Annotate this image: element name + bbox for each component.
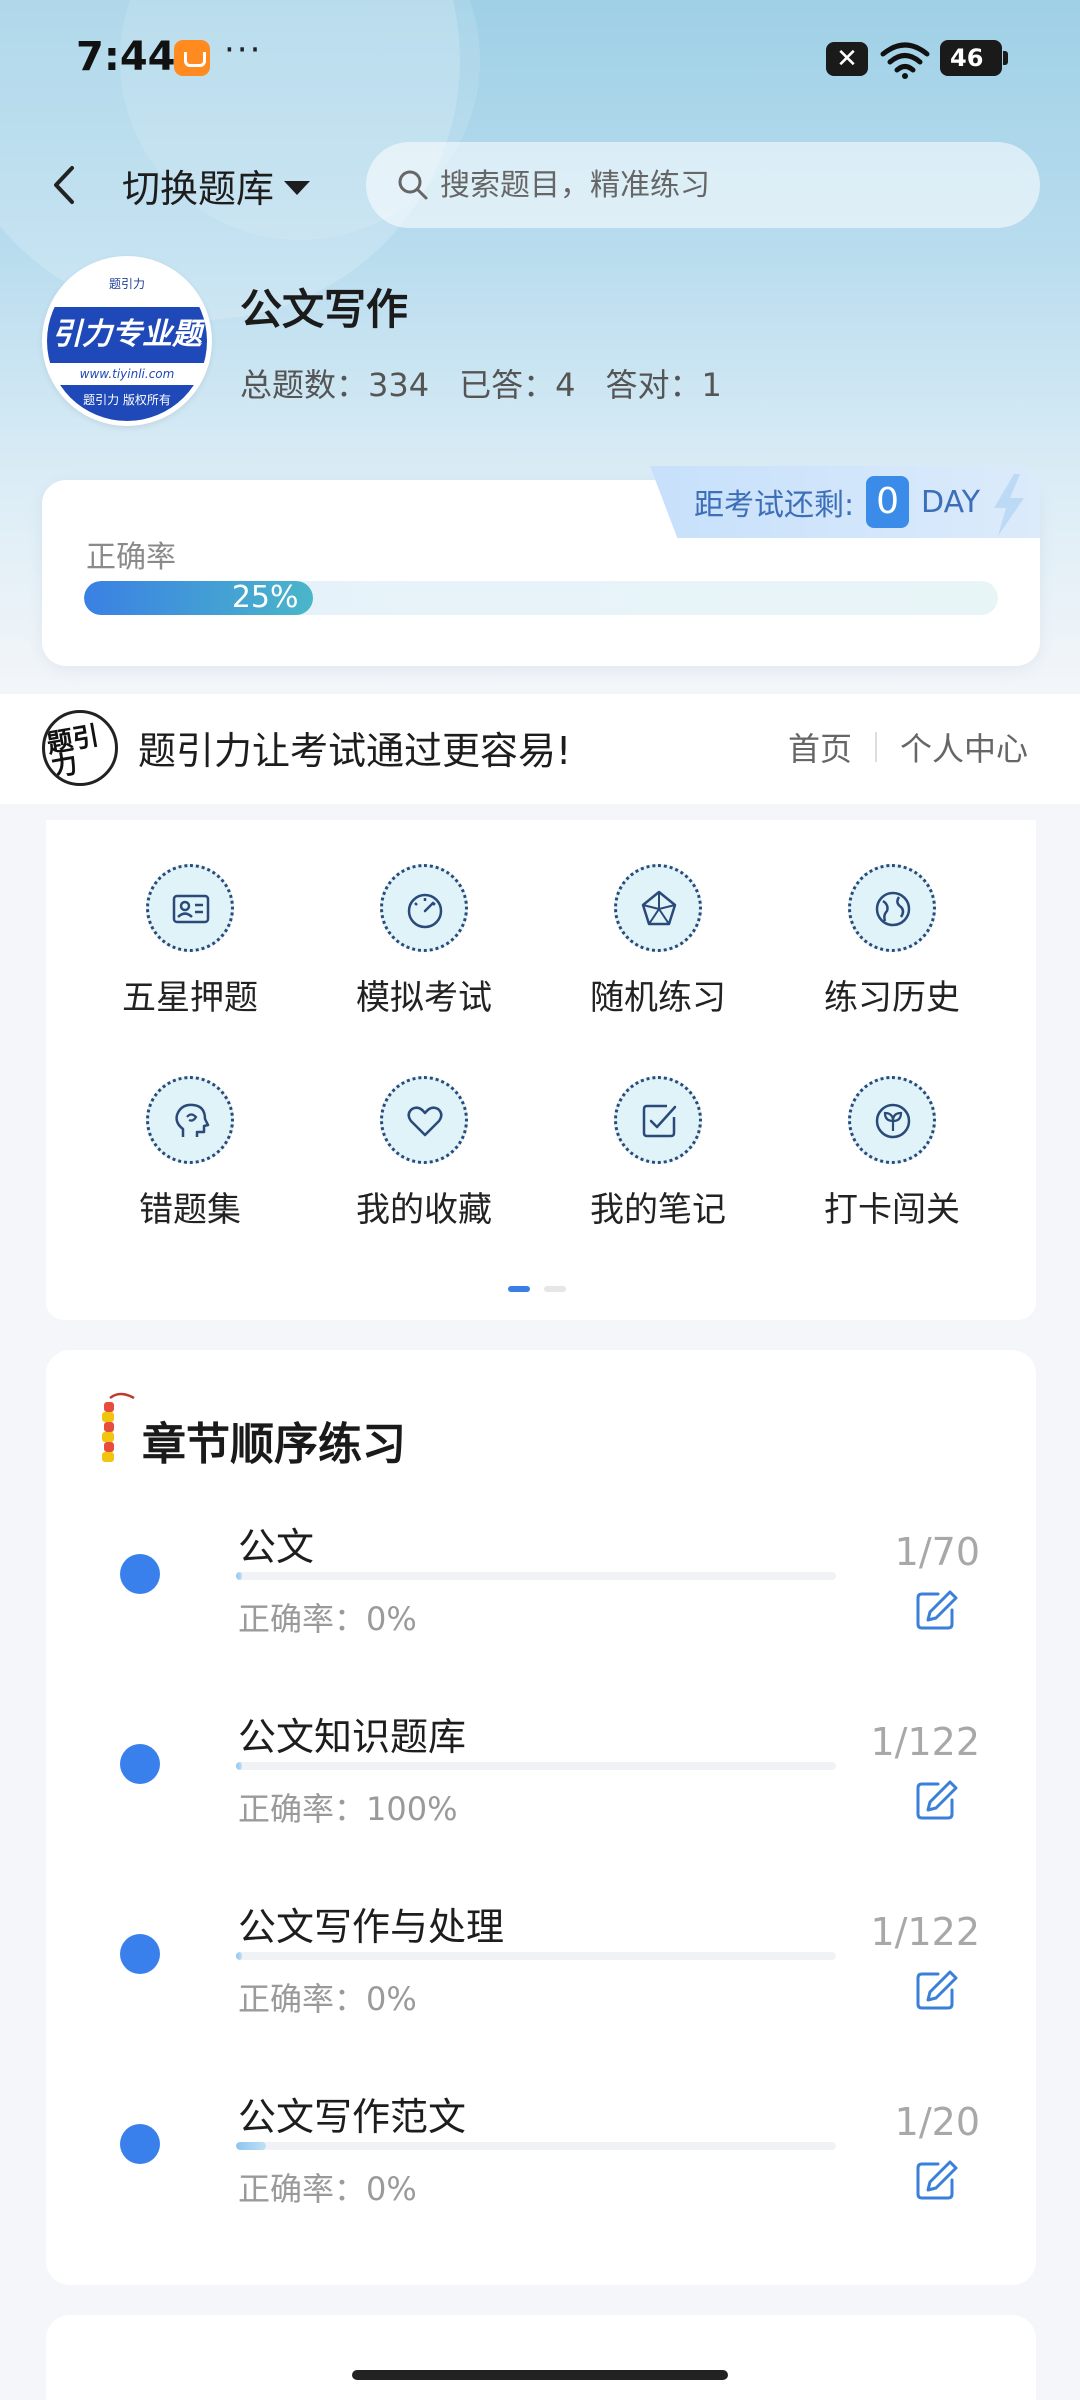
- battery-icon: 46: [940, 40, 1008, 76]
- chapter-section-title: 章节顺序练习: [142, 1419, 406, 1470]
- shopping-app-icon: [174, 40, 210, 76]
- chapter-progress-bar: [236, 1572, 836, 1580]
- correct-count: 答对：1: [605, 366, 722, 404]
- search-icon: [398, 170, 428, 200]
- chapter-progress-fill: [236, 1572, 242, 1580]
- chapter-name: 公文写作与处理: [238, 1905, 505, 1949]
- feature-wrong-questions[interactable]: 错题集: [90, 1076, 290, 1236]
- chapter-progress-fill: [236, 2142, 266, 2150]
- feature-label: 随机练习: [590, 978, 726, 1018]
- answered-count: 已答：4: [459, 366, 576, 404]
- chapter-row[interactable]: 公文写作范文 正确率：0% 1/20: [46, 2070, 1036, 2240]
- feature-label: 练习历史: [824, 978, 960, 1018]
- search-input[interactable]: [440, 167, 1000, 203]
- nav-personal-center-link[interactable]: 个人中心: [900, 724, 1028, 770]
- feature-favorites[interactable]: 我的收藏: [324, 1076, 524, 1236]
- edit-icon[interactable]: [914, 2158, 958, 2202]
- bank-title: 公文写作: [240, 285, 409, 334]
- chapter-accuracy: 正确率：100%: [238, 1790, 458, 1828]
- accuracy-progress-bar: 25%: [84, 581, 998, 615]
- feature-label: 打卡闯关: [824, 1190, 960, 1230]
- exam-countdown-tag: 距考试还剩: 0 DAY: [650, 466, 1040, 538]
- chapter-count: 1/70: [894, 1530, 980, 1574]
- feature-practice-history[interactable]: 练习历史: [792, 864, 992, 1024]
- page-dot-active[interactable]: [508, 1286, 530, 1292]
- status-time: 7:44: [76, 34, 176, 80]
- next-section-card: [46, 2315, 1036, 2400]
- page-dot[interactable]: [544, 1286, 566, 1292]
- chapter-progress-bar: [236, 1762, 836, 1770]
- feature-label: 五星押题: [122, 978, 258, 1018]
- brand-logo: 题引力: [42, 710, 118, 786]
- search-bar[interactable]: [366, 142, 1040, 228]
- wifi-icon: [880, 42, 930, 79]
- feature-random-practice[interactable]: 随机练习: [558, 864, 758, 1024]
- nav-home-link[interactable]: 首页: [788, 724, 852, 770]
- chapter-name: 公文写作范文: [238, 2095, 467, 2139]
- chapter-dot: [120, 1554, 160, 1594]
- nav-divider: [875, 732, 877, 762]
- chapter-practice-card: 章节顺序练习 公文 正确率：0% 1/70 公文知识题库 正确率：100% 1/…: [46, 1350, 1036, 2285]
- feature-label: 模拟考试: [356, 978, 492, 1018]
- exam-countdown-label: 距考试还剩:: [694, 488, 855, 523]
- chapter-name: 公文知识题库: [238, 1715, 467, 1759]
- exam-days: 0: [866, 476, 910, 528]
- chapter-row[interactable]: 公文知识题库 正确率：100% 1/122: [46, 1690, 1036, 1860]
- caret-down-icon: [284, 180, 311, 195]
- chapter-name: 公文: [238, 1525, 315, 1569]
- accuracy-progress-fill: 25%: [84, 581, 313, 615]
- status-bar: 7:44 ··· ✕ 46: [0, 0, 1080, 120]
- chapter-count: 1/20: [894, 2100, 980, 2144]
- feature-grid: 五星押题 模拟考试 随机练习 练习历史 错题集 我的收藏 我的笔记 打卡闯关: [46, 820, 1036, 1320]
- chapter-dot: [120, 1934, 160, 1974]
- exam-day-unit: DAY: [921, 484, 981, 520]
- network-icon: [614, 864, 702, 952]
- chapter-progress-bar: [236, 2142, 836, 2150]
- switch-bank-label: 切换题库: [122, 167, 275, 211]
- slogan-bar: 题引力 题引力让考试通过更容易! 首页 个人中心: [0, 694, 1080, 804]
- slogan-text: 题引力让考试通过更容易!: [138, 729, 572, 773]
- note-check-icon: [614, 1076, 702, 1164]
- gauge-icon: [380, 864, 468, 952]
- chapter-progress-fill: [236, 1952, 242, 1960]
- chapter-progress-bar: [236, 1952, 836, 1960]
- edit-icon[interactable]: [914, 1778, 958, 1822]
- chapter-count: 1/122: [870, 1910, 980, 1954]
- feature-mock-exam[interactable]: 模拟考试: [324, 864, 524, 1024]
- more-notifications-icon: ···: [224, 30, 263, 70]
- id-card-icon: [146, 864, 234, 952]
- chapter-dot: [120, 2124, 160, 2164]
- no-sim-icon: ✕: [826, 42, 868, 76]
- globe-icon: [848, 864, 936, 952]
- edit-icon[interactable]: [914, 1968, 958, 2012]
- chapter-dot: [120, 1744, 160, 1784]
- switch-bank-dropdown[interactable]: 切换题库: [122, 158, 311, 213]
- total-count: 总题数：334: [240, 366, 430, 404]
- feature-label: 错题集: [139, 1190, 241, 1230]
- leaf-badge-icon: [848, 1076, 936, 1164]
- head-icon: [146, 1076, 234, 1164]
- accuracy-label: 正确率: [86, 540, 176, 575]
- chapter-row[interactable]: 公文 正确率：0% 1/70: [46, 1500, 1036, 1670]
- chapter-progress-fill: [236, 1762, 242, 1770]
- edit-icon[interactable]: [914, 1588, 958, 1632]
- feature-label: 我的收藏: [356, 1190, 492, 1230]
- home-indicator[interactable]: [352, 2370, 728, 2380]
- bank-stats: 总题数：334 已答：4 答对：1: [240, 360, 722, 406]
- feature-five-star[interactable]: 五星押题: [90, 864, 290, 1024]
- chapter-accuracy: 正确率：0%: [238, 1980, 417, 2018]
- feature-label: 我的笔记: [590, 1190, 726, 1230]
- chapter-accuracy: 正确率：0%: [238, 1600, 417, 1638]
- chapter-accuracy: 正确率：0%: [238, 2170, 417, 2208]
- firecracker-icon: [102, 1392, 135, 1462]
- chapter-row[interactable]: 公文写作与处理 正确率：0% 1/122: [46, 1880, 1036, 2050]
- lightning-icon: [994, 474, 1024, 536]
- chapter-count: 1/122: [870, 1720, 980, 1764]
- back-arrow-icon[interactable]: [44, 160, 84, 210]
- feature-notes[interactable]: 我的笔记: [558, 1076, 758, 1236]
- bank-avatar: 题引力 引力专业题 www.tiyinli.com 题引力 版权所有: [42, 256, 212, 426]
- heart-icon: [380, 1076, 468, 1164]
- page-indicator: [508, 1286, 566, 1292]
- feature-checkin[interactable]: 打卡闯关: [792, 1076, 992, 1236]
